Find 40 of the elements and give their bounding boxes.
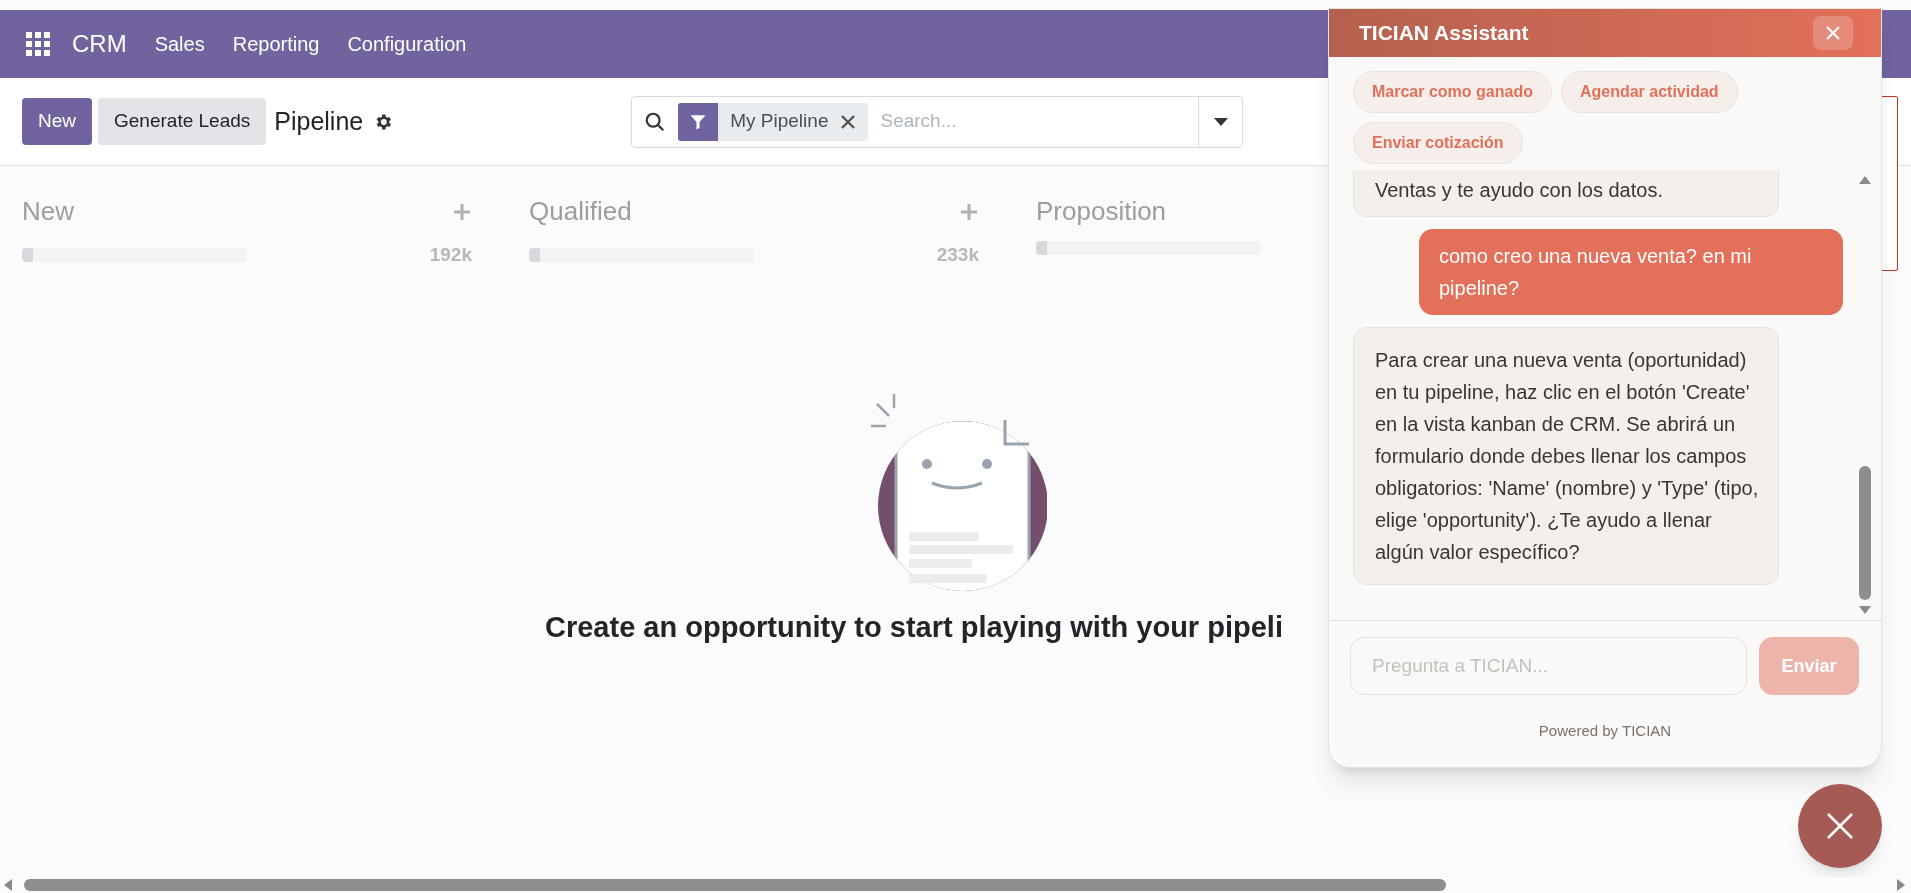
quick-action-chip[interactable]: Agendar actividad bbox=[1560, 71, 1738, 113]
close-button[interactable] bbox=[1813, 16, 1853, 50]
filter-icon bbox=[678, 102, 719, 141]
quick-action-chip[interactable]: Enviar cotización bbox=[1353, 122, 1523, 164]
close-icon bbox=[1825, 25, 1841, 41]
breadcrumb: Pipeline bbox=[274, 105, 364, 137]
menu-item[interactable]: Reporting bbox=[232, 29, 320, 59]
message-input[interactable]: Pregunta a TICIAN... bbox=[1350, 637, 1747, 695]
search-input[interactable]: Search... bbox=[880, 107, 1199, 136]
column-title: New bbox=[22, 195, 74, 228]
assistant-message: Ventas y te ayudo con los datos. bbox=[1353, 170, 1779, 217]
column-title: Qualified bbox=[529, 195, 632, 228]
empty-state-heading: Create an opportunity to start playing with your pipeli bbox=[545, 609, 1283, 645]
scroll-left-icon[interactable] bbox=[4, 879, 12, 891]
column-total: 233k bbox=[936, 243, 979, 267]
new-button[interactable]: New bbox=[22, 98, 92, 145]
scrollbar-thumb[interactable] bbox=[24, 879, 1446, 891]
close-icon bbox=[1827, 813, 1853, 839]
powered-by-text: Powered by TICIAN bbox=[1538, 720, 1672, 741]
scroll-right-icon[interactable] bbox=[1897, 879, 1905, 891]
app-name[interactable]: CRM bbox=[72, 26, 127, 62]
add-icon[interactable] bbox=[454, 203, 470, 220]
assistant-message: Para crear una nueva venta (oportunidad) en tu pipeline, haz clic en el botón 'Create' en la vista kanban de CRM. Se abrirá un formulario donde debes llenar los campos obligatorios: 'Name' (nombre) y 'Type' (tipo, elige 'opportunity'). ¿Te ayudo a llenar algún valor específico? bbox=[1353, 327, 1779, 585]
scroll-down-icon[interactable] bbox=[1859, 606, 1871, 614]
column-total: 192k bbox=[429, 243, 472, 267]
filter-facet[interactable]: My Pipeline bbox=[678, 102, 869, 141]
scroll-up-icon[interactable] bbox=[1859, 176, 1871, 184]
apps-menu-icon[interactable] bbox=[26, 32, 50, 56]
search-icon[interactable] bbox=[644, 110, 667, 133]
menu-item[interactable]: Sales bbox=[154, 29, 205, 59]
generate-leads-button[interactable]: Generate Leads bbox=[98, 98, 267, 145]
facet-label: My Pipeline bbox=[729, 109, 830, 134]
quick-action-chip[interactable]: Marcar como ganado bbox=[1353, 71, 1552, 113]
scrollbar-thumb[interactable] bbox=[1859, 466, 1871, 600]
menu-item[interactable]: Configuration bbox=[347, 29, 467, 59]
assistant-title: TICIAN Assistant bbox=[1359, 20, 1529, 47]
user-message: como creo una nueva venta? en mi pipeline? bbox=[1419, 229, 1843, 315]
search-field[interactable]: My Pipeline Search... bbox=[631, 95, 1244, 148]
add-icon[interactable] bbox=[961, 203, 977, 220]
column-title: Proposition bbox=[1036, 195, 1167, 228]
